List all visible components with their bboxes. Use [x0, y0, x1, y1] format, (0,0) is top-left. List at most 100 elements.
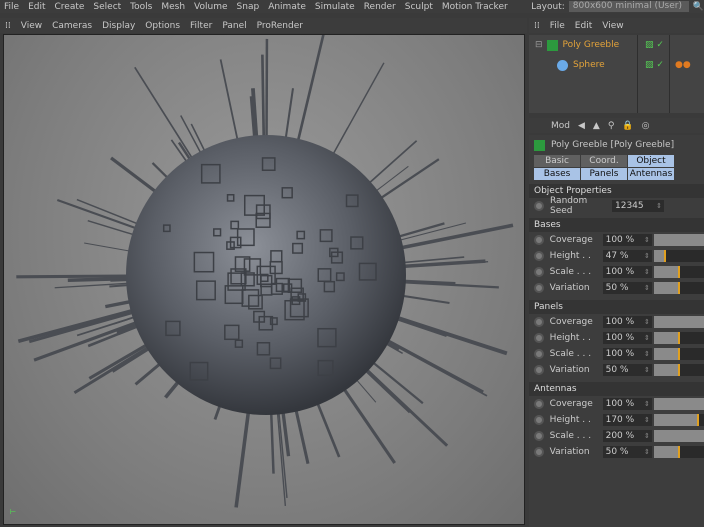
object-name: Poly Greeble	[562, 40, 620, 50]
section-antennas: Antennas	[529, 382, 704, 396]
property-row: Scale . . . 100 %	[529, 264, 704, 280]
menu-create[interactable]: Create	[55, 2, 85, 12]
object-row-sphere[interactable]: Sphere ▨ ✓ ●●	[529, 55, 704, 75]
property-input[interactable]: 100 %	[602, 348, 652, 360]
animate-radio[interactable]	[534, 365, 544, 375]
layout-selector[interactable]: Layout: 800x600 minimal (User) 🔍	[531, 0, 704, 13]
slider-fill	[653, 316, 704, 328]
search-icon[interactable]: ⚲	[608, 121, 615, 131]
menu-snap[interactable]: Snap	[237, 2, 260, 12]
property-input[interactable]: 100 %	[602, 316, 652, 328]
property-input[interactable]: 100 %	[602, 332, 652, 344]
property-slider[interactable]	[653, 316, 704, 328]
random-seed-label: Random Seed	[550, 196, 588, 216]
om-menu-view[interactable]: View	[602, 21, 623, 31]
random-seed-input[interactable]: 12345	[612, 200, 664, 212]
property-input[interactable]: 50 %	[602, 364, 652, 376]
menu-mesh[interactable]: Mesh	[161, 2, 185, 12]
animate-radio[interactable]	[534, 349, 544, 359]
tab-bases[interactable]: Bases	[534, 168, 580, 180]
property-slider[interactable]	[653, 430, 704, 442]
property-slider[interactable]	[653, 446, 704, 458]
property-slider[interactable]	[653, 250, 704, 262]
menu-simulate[interactable]: Simulate	[315, 2, 355, 12]
search-icon[interactable]: 🔍	[693, 2, 704, 12]
slider-fill	[653, 364, 681, 376]
menu-sculpt[interactable]: Sculpt	[405, 2, 433, 12]
object-name: Sphere	[573, 60, 605, 70]
property-row: Scale . . . 100 %	[529, 346, 704, 362]
property-input[interactable]: 50 %	[602, 446, 652, 458]
target-icon[interactable]: ◎	[642, 121, 650, 131]
animate-radio[interactable]	[534, 235, 544, 245]
viewport-menu-options[interactable]: Options	[145, 21, 180, 31]
animate-radio[interactable]	[534, 267, 544, 277]
property-slider[interactable]	[653, 266, 704, 278]
property-input[interactable]: 170 %	[602, 414, 652, 426]
property-input[interactable]: 50 %	[602, 282, 652, 294]
menu-motion-tracker[interactable]: Motion Tracker	[442, 2, 508, 12]
property-slider[interactable]	[653, 414, 704, 426]
property-input[interactable]: 100 %	[602, 234, 652, 246]
viewport[interactable]: ⊢	[3, 30, 525, 525]
animate-radio[interactable]	[534, 415, 544, 425]
tab-panels[interactable]: Panels	[581, 168, 627, 180]
tab-antennas[interactable]: Antennas	[628, 168, 674, 180]
tab-object[interactable]: Object	[628, 155, 674, 167]
property-row: Variation 50 %	[529, 444, 704, 460]
check-icon[interactable]: ▨ ✓	[645, 60, 664, 70]
menu-select[interactable]: Select	[93, 2, 121, 12]
up-arrow-icon[interactable]: ▲	[593, 121, 600, 131]
property-input[interactable]: 200 %	[602, 430, 652, 442]
menu-volume[interactable]: Volume	[194, 2, 227, 12]
grip-icon: ⁞⁞	[534, 20, 540, 31]
property-input[interactable]: 100 %	[602, 398, 652, 410]
property-input[interactable]: 47 %	[602, 250, 652, 262]
axis-gizmo: ⊢	[10, 508, 17, 516]
animate-radio[interactable]	[534, 431, 544, 441]
object-manager-menubar: ⁞⁞ File Edit View	[529, 18, 704, 33]
tab-basic[interactable]: Basic	[534, 155, 580, 167]
property-slider[interactable]	[653, 234, 704, 246]
lock-icon[interactable]: 🔒	[622, 121, 633, 131]
layout-dropdown[interactable]: 800x600 minimal (User)	[568, 1, 689, 12]
animate-radio[interactable]	[534, 317, 544, 327]
property-slider[interactable]	[653, 332, 704, 344]
tab-coord[interactable]: Coord.	[581, 155, 627, 167]
om-menu-edit[interactable]: Edit	[575, 21, 592, 31]
menu-render[interactable]: Render	[364, 2, 396, 12]
object-row-poly-greeble[interactable]: ⊟ Poly Greeble ▨ ✓	[529, 35, 704, 55]
mode-menu[interactable]: Mod	[551, 121, 570, 131]
animate-radio[interactable]	[534, 283, 544, 293]
property-slider[interactable]	[653, 282, 704, 294]
animate-radio[interactable]	[534, 201, 544, 211]
check-icon[interactable]: ▨ ✓	[645, 40, 664, 50]
slider-fill	[653, 282, 681, 294]
viewport-menu-display[interactable]: Display	[102, 21, 135, 31]
om-menu-file[interactable]: File	[550, 21, 565, 31]
property-slider[interactable]	[653, 398, 704, 410]
property-slider[interactable]	[653, 348, 704, 360]
animate-radio[interactable]	[534, 251, 544, 261]
viewport-menu-filter[interactable]: Filter	[190, 21, 212, 31]
menu-edit[interactable]: Edit	[28, 2, 45, 12]
object-title: Poly Greeble [Poly Greeble]	[551, 140, 675, 150]
animate-radio[interactable]	[534, 399, 544, 409]
material-tag-icon[interactable]: ●●	[675, 60, 691, 70]
viewport-menu-panel[interactable]: Panel	[222, 21, 246, 31]
viewport-menu-cameras[interactable]: Cameras	[52, 21, 92, 31]
property-slider[interactable]	[653, 364, 704, 376]
property-input[interactable]: 100 %	[602, 266, 652, 278]
menu-file[interactable]: File	[4, 2, 19, 12]
layout-label: Layout:	[531, 1, 565, 12]
menu-animate[interactable]: Animate	[268, 2, 306, 12]
slider-fill	[653, 446, 681, 458]
back-arrow-icon[interactable]: ◀	[578, 121, 585, 131]
animate-radio[interactable]	[534, 333, 544, 343]
slider-fill	[653, 430, 704, 442]
animate-radio[interactable]	[534, 447, 544, 457]
sphere-icon	[557, 59, 568, 71]
viewport-menu-prorender[interactable]: ProRender	[257, 21, 303, 31]
viewport-menu-view[interactable]: View	[21, 21, 42, 31]
menu-tools[interactable]: Tools	[130, 2, 152, 12]
